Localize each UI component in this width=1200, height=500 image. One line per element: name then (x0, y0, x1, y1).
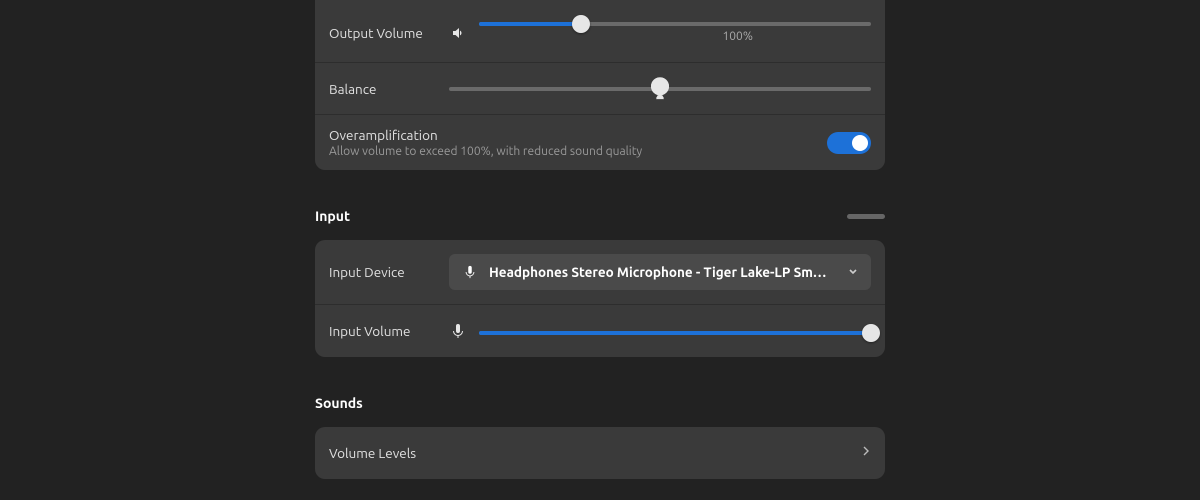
microphone-icon (461, 263, 479, 281)
speaker-low-icon (449, 24, 467, 42)
chevron-down-icon (847, 264, 859, 280)
balance-label: Balance (329, 81, 439, 97)
sounds-section-header: Sounds (315, 387, 885, 419)
sounds-section-title: Sounds (315, 395, 363, 411)
chevron-right-icon (861, 444, 871, 462)
balance-slider[interactable] (449, 79, 871, 99)
output-volume-label: Output Volume (329, 25, 439, 41)
input-group: Input Device Headphones Stereo Microphon… (315, 240, 885, 357)
output-device-group: Output Volume 100% Balance (315, 0, 885, 170)
input-section-title: Input (315, 208, 350, 224)
volume-levels-row[interactable]: Volume Levels (315, 427, 885, 479)
input-section-header: Input (315, 200, 885, 232)
input-device-label: Input Device (329, 264, 439, 280)
input-device-row: Input Device Headphones Stereo Microphon… (315, 240, 885, 305)
input-level-indicator (847, 214, 885, 219)
overamplification-title: Overamplification (329, 127, 642, 143)
input-volume-slider[interactable] (479, 327, 871, 335)
overamplification-row: Overamplification Allow volume to exceed… (315, 115, 885, 170)
input-device-dropdown[interactable]: Headphones Stereo Microphone - Tiger Lak… (449, 254, 871, 290)
balance-row: Balance (315, 63, 885, 115)
slider-tick-100: 100% (723, 30, 753, 43)
overamplification-toggle[interactable] (827, 132, 871, 154)
volume-levels-label: Volume Levels (329, 445, 416, 461)
output-volume-row: Output Volume 100% (315, 4, 885, 63)
input-volume-row: Input Volume (315, 305, 885, 357)
microphone-high-icon (449, 322, 467, 340)
output-volume-slider[interactable]: 100% (479, 18, 871, 48)
input-volume-label: Input Volume (329, 323, 439, 339)
overamplification-subtitle: Allow volume to exceed 100%, with reduce… (329, 145, 642, 158)
input-device-value: Headphones Stereo Microphone - Tiger Lak… (489, 264, 837, 280)
sounds-group: Volume Levels (315, 427, 885, 479)
